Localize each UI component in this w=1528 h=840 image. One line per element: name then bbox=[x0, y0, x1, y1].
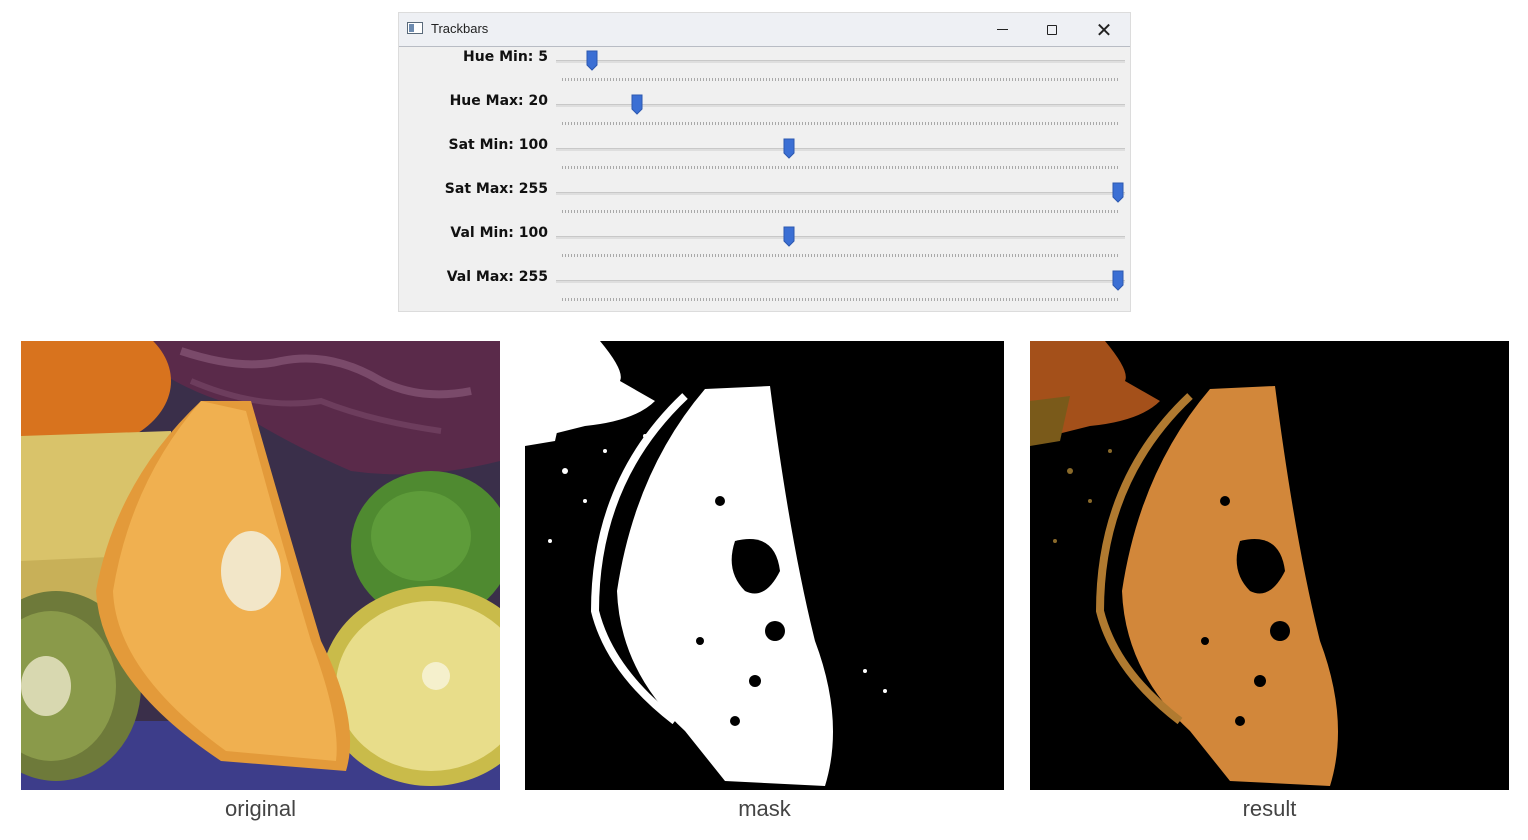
original-image bbox=[21, 341, 500, 790]
trackbar-label: Hue Min: 5 bbox=[463, 49, 548, 65]
trackbar-val-min: Val Min: 100 bbox=[399, 223, 1132, 267]
slider-thumb[interactable] bbox=[783, 138, 795, 159]
trackbar-label: Sat Min: 100 bbox=[448, 137, 549, 153]
trackbar-sat-min: Sat Min: 100 bbox=[399, 135, 1132, 179]
trackbar-val-max: Val Max: 255 bbox=[399, 267, 1132, 311]
app-window-icon bbox=[407, 22, 423, 34]
slider-thumb[interactable] bbox=[586, 50, 598, 71]
original-caption: original bbox=[225, 796, 296, 821]
close-icon: ✕ bbox=[1095, 17, 1113, 42]
tick-marks bbox=[562, 298, 1119, 301]
tick-marks bbox=[562, 78, 1119, 81]
trackbar-label: Sat Max: 255 bbox=[444, 181, 548, 197]
slider-thumb[interactable] bbox=[631, 94, 643, 115]
trackbar-hue-min: Hue Min: 5 bbox=[399, 47, 1132, 91]
trackbar-label: Val Max: 255 bbox=[446, 269, 548, 285]
trackbars-window: Trackbars ✕ Hue Min: 5 Hue Max: 20 Sat M… bbox=[398, 12, 1131, 312]
mask-caption: mask bbox=[738, 796, 791, 821]
slider-track[interactable] bbox=[556, 236, 1125, 239]
mask-image bbox=[525, 341, 1004, 790]
tick-marks bbox=[562, 254, 1119, 257]
window-title: Trackbars bbox=[431, 21, 489, 36]
maximize-icon bbox=[1047, 24, 1057, 35]
slider-track[interactable] bbox=[556, 192, 1125, 195]
minimize-button[interactable] bbox=[979, 13, 1025, 46]
result-caption: result bbox=[1242, 796, 1297, 821]
slider-track[interactable] bbox=[556, 280, 1125, 283]
result-image bbox=[1030, 341, 1509, 790]
close-button[interactable]: ✕ bbox=[1081, 13, 1127, 46]
trackbar-sat-max: Sat Max: 255 bbox=[399, 179, 1132, 223]
trackbar-label: Hue Max: 20 bbox=[449, 93, 548, 109]
trackbar-label: Val Min: 100 bbox=[450, 225, 548, 241]
slider-track[interactable] bbox=[556, 148, 1125, 151]
minimize-icon bbox=[996, 29, 1008, 30]
maximize-button[interactable] bbox=[1029, 13, 1075, 46]
trackbar-hue-max: Hue Max: 20 bbox=[399, 91, 1132, 135]
tick-marks bbox=[562, 166, 1119, 169]
slider-thumb[interactable] bbox=[1112, 182, 1124, 203]
slider-thumb[interactable] bbox=[1112, 270, 1124, 291]
tick-marks bbox=[562, 122, 1119, 125]
title-bar[interactable]: Trackbars ✕ bbox=[399, 13, 1130, 47]
slider-thumb[interactable] bbox=[783, 226, 795, 247]
slider-track[interactable] bbox=[556, 60, 1125, 63]
tick-marks bbox=[562, 210, 1119, 213]
